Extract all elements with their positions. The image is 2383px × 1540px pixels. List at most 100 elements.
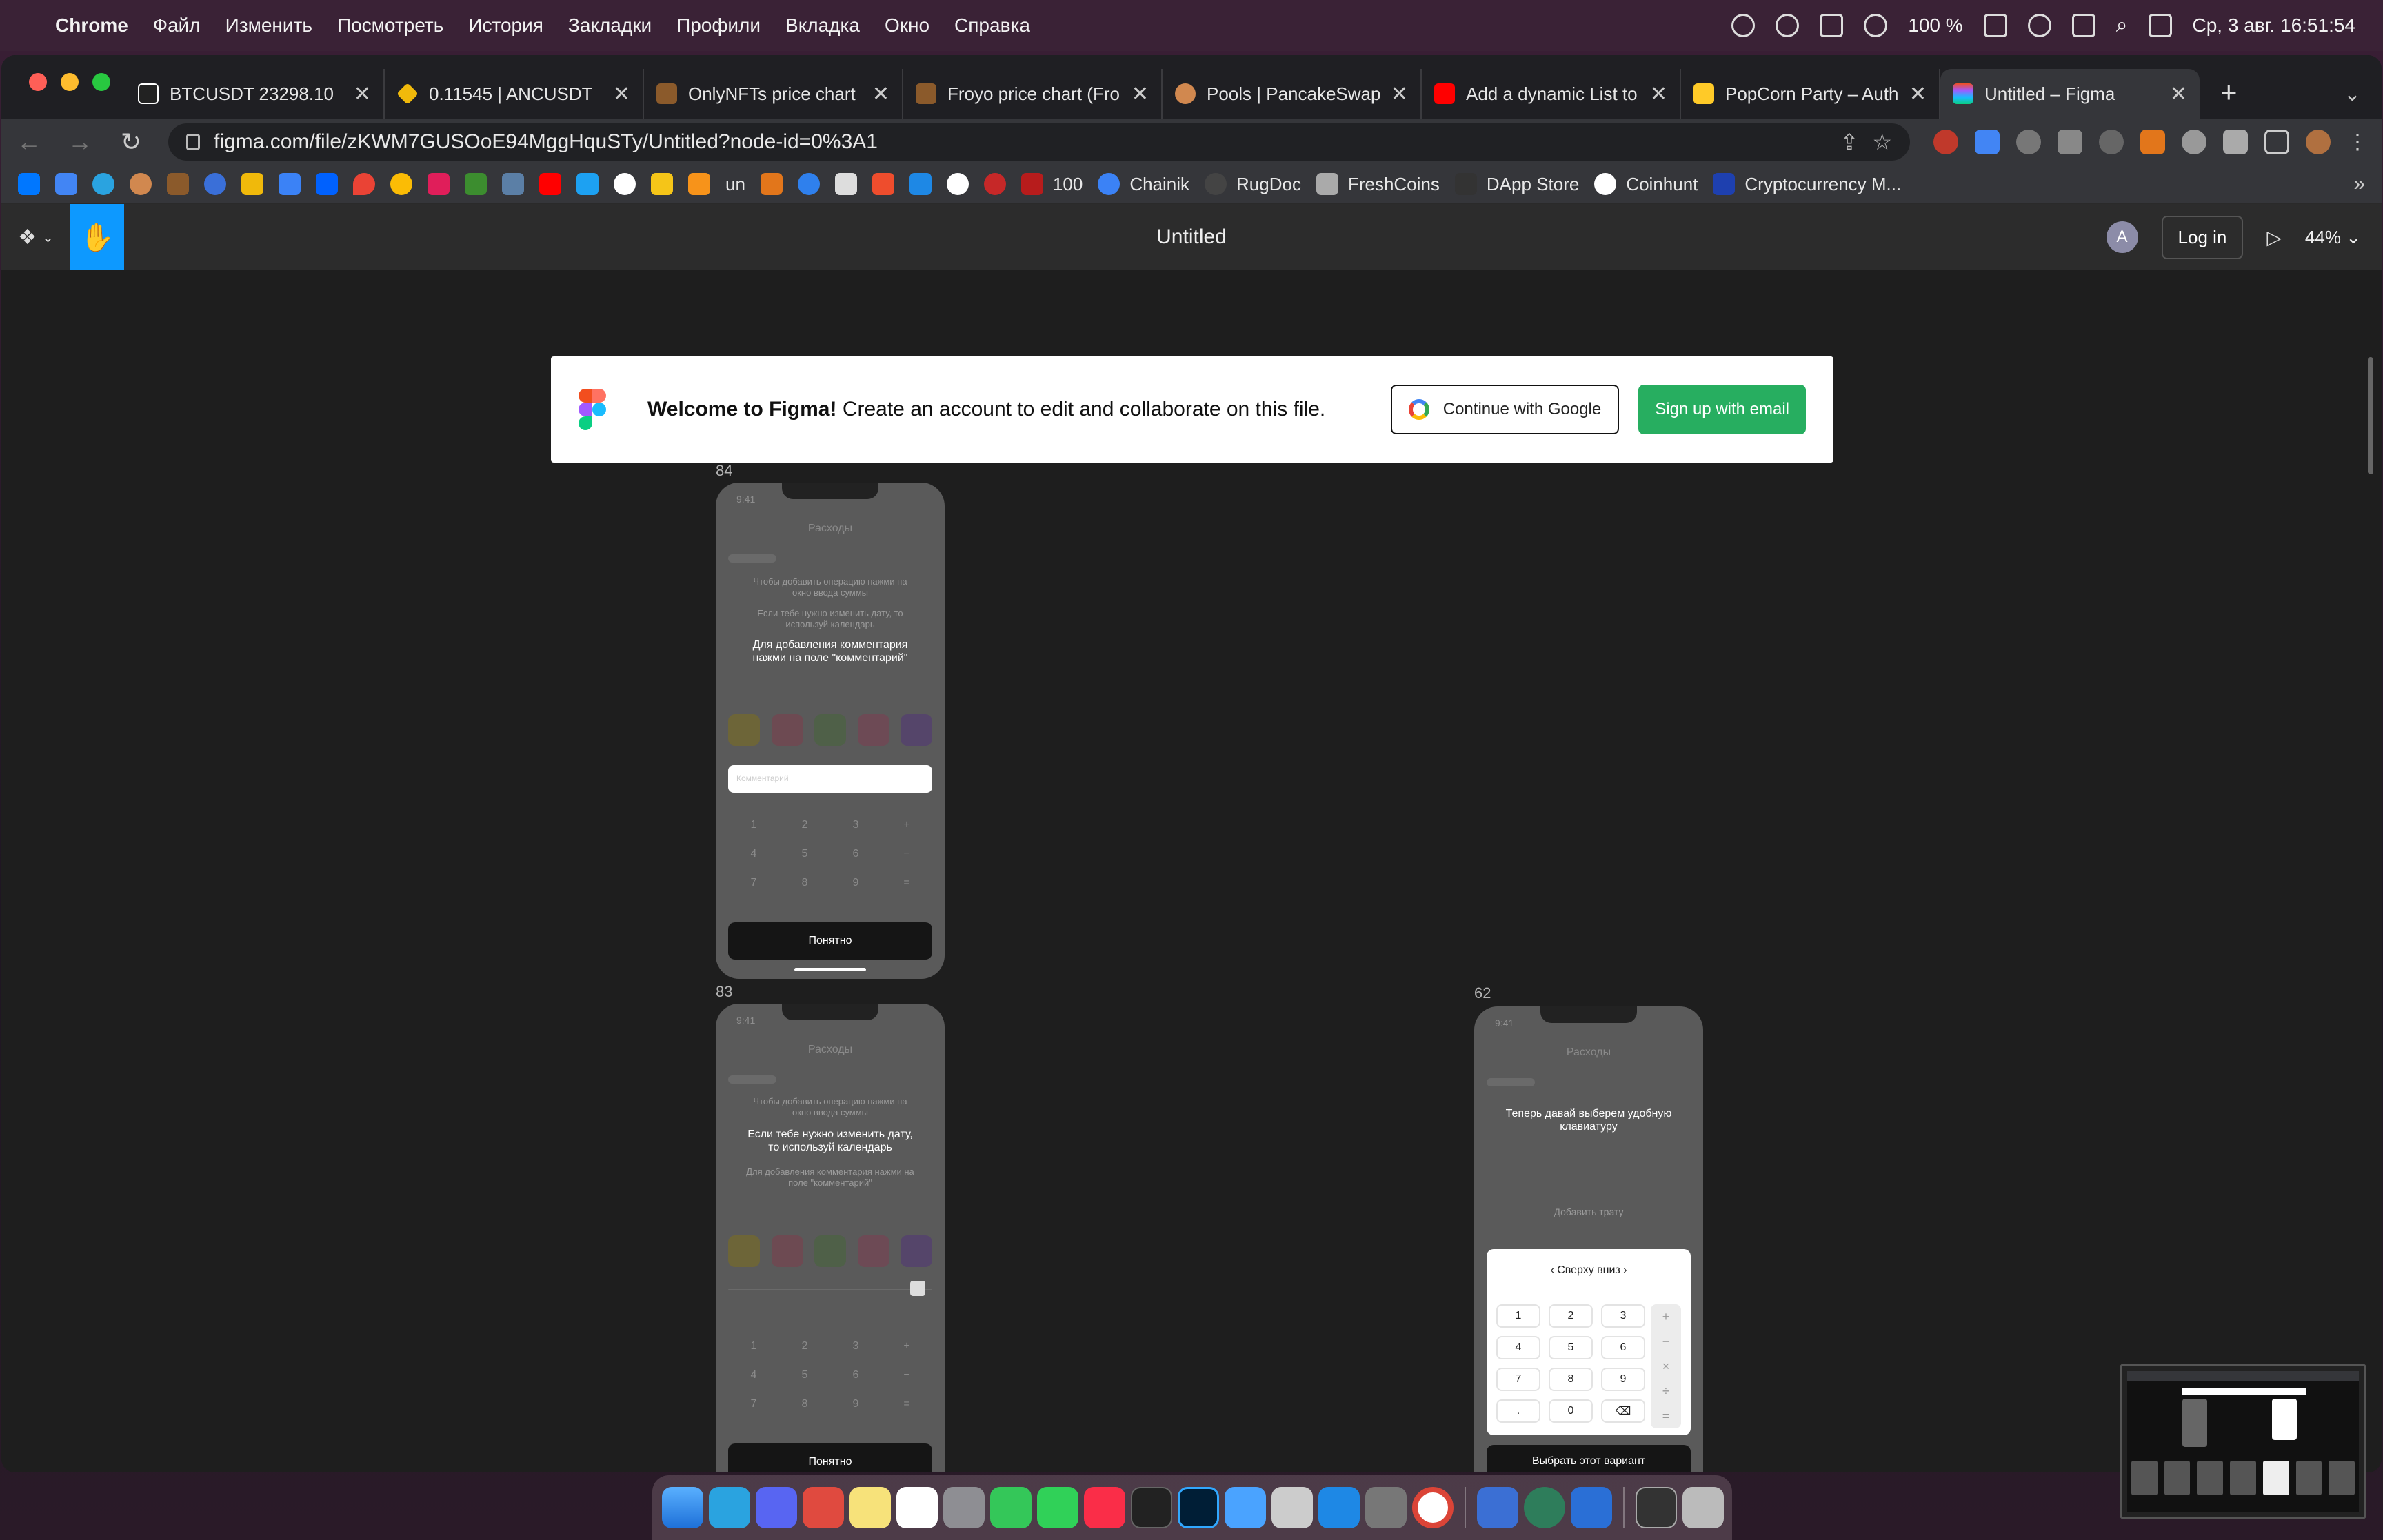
frame-label[interactable]: 62: [1474, 984, 1491, 1002]
extension-icon[interactable]: [2182, 130, 2206, 154]
translate-icon[interactable]: [1975, 130, 2000, 154]
live-icon[interactable]: [1131, 1487, 1172, 1528]
close-icon[interactable]: ✕: [1132, 82, 1149, 106]
close-window-button[interactable]: [29, 73, 47, 91]
tab-btcusdt[interactable]: BTCUSDT 23298.10 ✕: [125, 69, 385, 119]
menu-profiles[interactable]: Профили: [676, 14, 761, 37]
tab-ancusdt[interactable]: 0.11545 | ANCUSDT ✕: [385, 69, 644, 119]
wordpress-icon[interactable]: [614, 173, 636, 195]
status-app-icon[interactable]: [1731, 14, 1756, 37]
shield-icon[interactable]: [2016, 130, 2041, 154]
music-icon[interactable]: [1084, 1487, 1125, 1528]
phone-frame-84[interactable]: 9:41 Расходы Чтобы добавить операцию наж…: [716, 483, 945, 979]
close-icon[interactable]: ✕: [1391, 82, 1408, 106]
clock[interactable]: Ср, 3 авг. 16:51:54: [2193, 14, 2356, 37]
bookmark-rugdoc[interactable]: RugDoc: [1205, 173, 1301, 195]
poocoin-icon[interactable]: [167, 173, 189, 195]
spy-icon[interactable]: [2099, 130, 2124, 154]
login-button[interactable]: Log in: [2161, 215, 2244, 259]
vk-icon[interactable]: [18, 173, 40, 195]
bookmark-coinhunt[interactable]: Coinhunt: [1594, 173, 1698, 195]
new-tab-button[interactable]: +: [2200, 76, 2258, 119]
wave-icon[interactable]: [279, 173, 301, 195]
preview-icon[interactable]: [1271, 1487, 1313, 1528]
keyboard-input-icon[interactable]: [2071, 14, 2095, 37]
globe-icon[interactable]: [204, 173, 226, 195]
vertical-scrollbar[interactable]: [2368, 357, 2373, 474]
battery-icon[interactable]: [1983, 14, 2007, 37]
menu-file[interactable]: Файл: [153, 14, 201, 37]
x-icon[interactable]: [909, 173, 932, 195]
bookmark-freshcoins[interactable]: FreshCoins: [1316, 173, 1440, 195]
share-icon[interactable]: ⇪: [1840, 129, 1859, 155]
tab-onlynfts[interactable]: OnlyNFTs price chart ✕: [644, 69, 903, 119]
back-button[interactable]: ←: [15, 128, 43, 156]
flag-icon[interactable]: [465, 173, 487, 195]
sidebar-icon[interactable]: [2264, 130, 2289, 154]
metamask-icon[interactable]: [2140, 130, 2165, 154]
figma-canvas[interactable]: Welcome to Figma! Create an account to e…: [1, 272, 2382, 1472]
hand-tool-button[interactable]: ✋: [70, 204, 124, 270]
menu-history[interactable]: История: [468, 14, 543, 37]
app-icon[interactable]: [1524, 1487, 1565, 1528]
close-icon[interactable]: ✕: [1650, 82, 1667, 106]
figma-main-menu[interactable]: ❖ ⌄: [1, 204, 70, 270]
messages-icon[interactable]: [990, 1487, 1032, 1528]
phone-frame-83[interactable]: 9:41 Расходы Чтобы добавить операцию наж…: [716, 1004, 945, 1472]
menu-bookmarks[interactable]: Закладки: [568, 14, 652, 37]
face-icon[interactable]: [651, 173, 673, 195]
dropbox-icon[interactable]: [316, 173, 338, 195]
maps-pin-icon[interactable]: [353, 173, 375, 195]
menu-edit[interactable]: Изменить: [225, 14, 312, 37]
screenshot-thumbnail[interactable]: [2120, 1364, 2366, 1519]
menu-view[interactable]: Посмотреть: [337, 14, 443, 37]
mail-icon[interactable]: [803, 1487, 844, 1528]
fox-icon[interactable]: [760, 173, 783, 195]
menu-app-name[interactable]: Chrome: [55, 14, 128, 37]
red-circle-icon[interactable]: [983, 173, 1006, 195]
s-icon[interactable]: [872, 173, 894, 195]
bookmarks-overflow-icon[interactable]: »: [2353, 172, 2365, 196]
tab-youtube[interactable]: Add a dynamic List to ✕: [1422, 69, 1681, 119]
telegram-icon[interactable]: [709, 1487, 750, 1528]
phone-frame-62[interactable]: 9:41 Расходы Теперь давай выберем удобну…: [1474, 1006, 1703, 1472]
avatar[interactable]: A: [2106, 221, 2138, 253]
vpn-icon[interactable]: [1225, 1487, 1266, 1528]
link-icon[interactable]: [2027, 14, 2051, 37]
bookmark-chainik[interactable]: Chainik: [1098, 173, 1189, 195]
close-icon[interactable]: ✕: [872, 82, 889, 106]
tab-figma[interactable]: Untitled – Figma ✕: [1940, 69, 2200, 119]
tab-popcorn[interactable]: PopCorn Party – Auth ✕: [1681, 69, 1940, 119]
puzzle-icon[interactable]: [2223, 130, 2248, 154]
reload-button[interactable]: ↻: [117, 128, 145, 156]
cloud-icon[interactable]: [1776, 14, 1800, 37]
chart-icon[interactable]: [688, 173, 710, 195]
close-icon[interactable]: ✕: [354, 82, 371, 106]
tab-pancakeswap[interactable]: Pools | PancakeSwap ✕: [1163, 69, 1422, 119]
notes-icon[interactable]: [849, 1487, 891, 1528]
minimize-window-button[interactable]: [61, 73, 79, 91]
zoom-dropdown[interactable]: 44% ⌄: [2305, 227, 2361, 248]
bookmark-100[interactable]: 100: [1020, 173, 1083, 195]
app-store-icon[interactable]: [1318, 1487, 1360, 1528]
extension-icon[interactable]: [2058, 130, 2082, 154]
mute-icon[interactable]: [1820, 14, 1844, 37]
chart-icon[interactable]: [834, 173, 857, 195]
facetime-icon[interactable]: [1037, 1487, 1078, 1528]
menu-help[interactable]: Справка: [954, 14, 1030, 37]
close-icon[interactable]: ✕: [613, 82, 630, 106]
finder-icon[interactable]: [662, 1487, 703, 1528]
xcode-icon[interactable]: [1477, 1487, 1518, 1528]
menu-window[interactable]: Окно: [885, 14, 929, 37]
slack-icon[interactable]: [428, 173, 450, 195]
pancakeswap-icon[interactable]: [130, 173, 152, 195]
lock-icon[interactable]: [186, 134, 200, 150]
app-icon[interactable]: [1571, 1487, 1612, 1528]
frame-label[interactable]: 83: [716, 983, 732, 1001]
telegram-icon[interactable]: [92, 173, 114, 195]
close-icon[interactable]: ✕: [1909, 82, 1927, 106]
bookmark-dapp-store[interactable]: DApp Store: [1454, 173, 1579, 195]
profile-avatar[interactable]: [2306, 130, 2331, 154]
calculator-icon[interactable]: [943, 1487, 985, 1528]
dots-icon[interactable]: [390, 173, 412, 195]
